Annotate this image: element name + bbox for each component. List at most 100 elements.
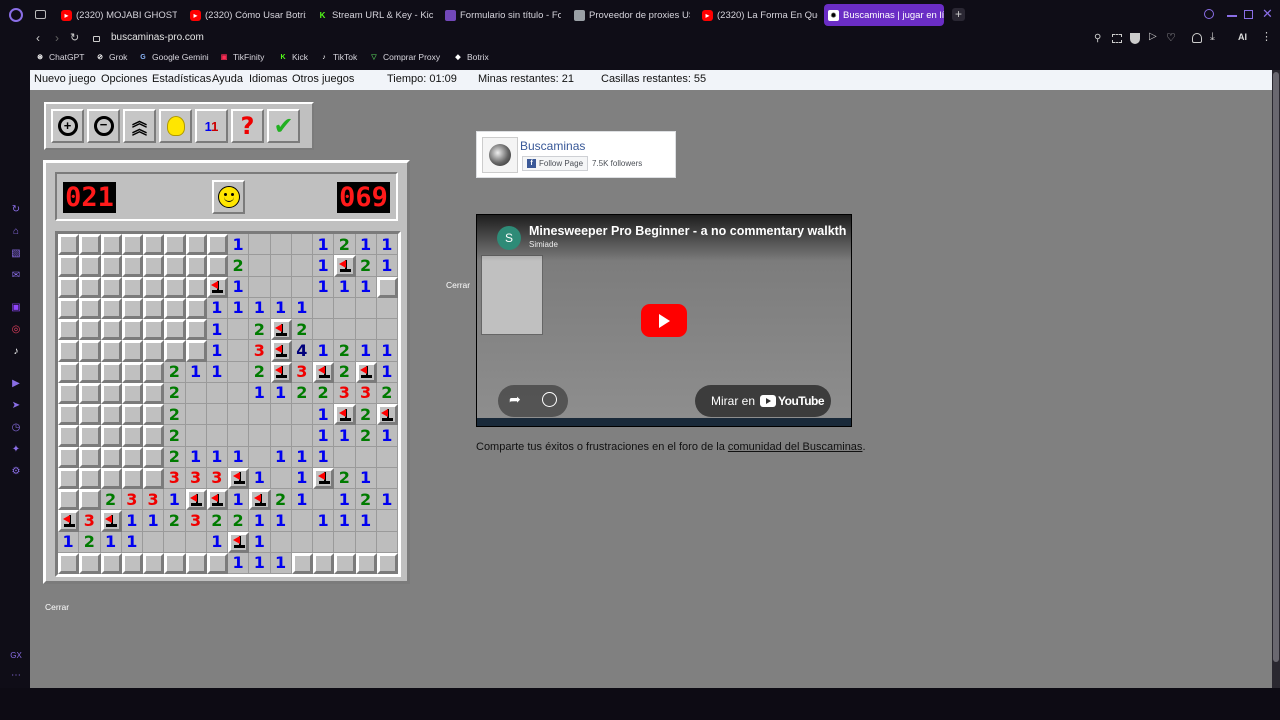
cell-number[interactable]: 1: [206, 297, 228, 319]
cell-number[interactable]: 1: [291, 489, 313, 511]
check-button[interactable]: ✔: [267, 109, 300, 143]
cell-flagged[interactable]: [249, 489, 271, 511]
cell-number[interactable]: 2: [249, 361, 271, 383]
cell-number[interactable]: 1: [291, 446, 313, 468]
cell-hidden[interactable]: [58, 382, 80, 404]
send-icon[interactable]: ➤: [10, 400, 22, 412]
cell-empty[interactable]: [334, 297, 356, 319]
cell-number[interactable]: 1: [313, 255, 335, 277]
cell-hidden[interactable]: [100, 361, 122, 383]
cell-hidden[interactable]: [58, 489, 80, 511]
workspaces-icon[interactable]: [35, 10, 46, 19]
cell-empty[interactable]: [206, 404, 228, 426]
cell-number[interactable]: 1: [355, 340, 377, 362]
tab-2[interactable]: K Stream URL & Key - Kick D: [313, 4, 433, 26]
cell-hidden[interactable]: [334, 552, 356, 574]
cell-number[interactable]: 1: [291, 297, 313, 319]
tab-0[interactable]: ▸ (2320) MOJABI GHOST - Y: [57, 4, 177, 26]
tiktok-sidebar-icon[interactable]: ♪: [10, 346, 22, 358]
cell-empty[interactable]: [185, 382, 207, 404]
cell-flagged[interactable]: [313, 467, 335, 489]
cell-empty[interactable]: [228, 404, 250, 426]
cell-flagged[interactable]: [270, 340, 292, 362]
cell-number[interactable]: 1: [249, 552, 271, 574]
search-tabs-icon[interactable]: [1204, 9, 1214, 19]
cell-number[interactable]: 3: [355, 382, 377, 404]
cell-hidden[interactable]: [164, 552, 186, 574]
cell-number[interactable]: 1: [249, 510, 271, 532]
back-icon[interactable]: ‹: [36, 31, 40, 45]
cell-empty[interactable]: [228, 319, 250, 341]
youtube-embed[interactable]: S Minesweeper Pro Beginner - a no commen…: [476, 214, 852, 427]
cell-hidden[interactable]: [100, 552, 122, 574]
cell-hidden[interactable]: [100, 382, 122, 404]
cell-hidden[interactable]: [79, 425, 101, 447]
cell-hidden[interactable]: [121, 552, 143, 574]
cell-hidden[interactable]: [143, 340, 165, 362]
bookmark-0[interactable]: ⊛ ChatGPT: [35, 52, 84, 62]
cell-empty[interactable]: [249, 425, 271, 447]
cell-empty[interactable]: [376, 531, 398, 553]
cell-number[interactable]: 1: [206, 340, 228, 362]
cell-empty[interactable]: [249, 404, 271, 426]
cell-number[interactable]: 1: [206, 446, 228, 468]
cell-number[interactable]: 1: [121, 531, 143, 553]
cell-hidden[interactable]: [100, 467, 122, 489]
cell-number[interactable]: 2: [291, 382, 313, 404]
cell-hidden[interactable]: [58, 467, 80, 489]
cell-number[interactable]: 1: [376, 234, 398, 256]
cell-hidden[interactable]: [185, 297, 207, 319]
cell-number[interactable]: 1: [206, 361, 228, 383]
cell-number[interactable]: 2: [355, 489, 377, 511]
cell-empty[interactable]: [270, 467, 292, 489]
cell-hidden[interactable]: [79, 297, 101, 319]
messenger-icon[interactable]: ✉: [10, 270, 22, 282]
cell-number[interactable]: 2: [79, 531, 101, 553]
close-window-icon[interactable]: ✕: [1262, 6, 1273, 22]
cell-number[interactable]: 2: [164, 361, 186, 383]
cell-empty[interactable]: [270, 531, 292, 553]
cell-hidden[interactable]: [143, 446, 165, 468]
cell-hidden[interactable]: [143, 319, 165, 341]
profile-icon[interactable]: [1192, 33, 1202, 43]
cell-number[interactable]: 1: [313, 340, 335, 362]
menu-options[interactable]: Opciones: [101, 73, 147, 85]
cell-number[interactable]: 2: [164, 510, 186, 532]
cell-number[interactable]: 1: [228, 489, 250, 511]
cell-number[interactable]: 3: [164, 467, 186, 489]
menu-other-games[interactable]: Otros juegos: [292, 73, 354, 85]
bookmark-icon[interactable]: ⚲: [1094, 33, 1101, 44]
cell-flagged[interactable]: [206, 489, 228, 511]
cell-empty[interactable]: [291, 425, 313, 447]
cell-hidden[interactable]: [121, 425, 143, 447]
menu-dots-icon[interactable]: ⋮: [1261, 30, 1272, 43]
cell-empty[interactable]: [334, 319, 356, 341]
new-tab-button[interactable]: +: [952, 8, 965, 21]
cell-empty[interactable]: [291, 255, 313, 277]
cell-hidden[interactable]: [143, 425, 165, 447]
cell-number[interactable]: 3: [185, 467, 207, 489]
cell-empty[interactable]: [228, 361, 250, 383]
cell-hidden[interactable]: [100, 234, 122, 256]
scrollbar-thumb[interactable]: [1273, 72, 1279, 662]
follow-page-button[interactable]: f Follow Page: [522, 156, 589, 171]
cell-hidden[interactable]: [79, 276, 101, 298]
cell-hidden[interactable]: [79, 382, 101, 404]
cell-empty[interactable]: [270, 234, 292, 256]
cell-hidden[interactable]: [100, 425, 122, 447]
cell-hidden[interactable]: [79, 361, 101, 383]
cell-flagged[interactable]: [185, 489, 207, 511]
cell-hidden[interactable]: [100, 276, 122, 298]
cell-number[interactable]: 1: [355, 276, 377, 298]
cell-number[interactable]: 2: [164, 446, 186, 468]
cell-hidden[interactable]: [164, 276, 186, 298]
shield-icon[interactable]: [1130, 33, 1140, 44]
cell-empty[interactable]: [376, 467, 398, 489]
help-button[interactable]: ?: [231, 109, 264, 143]
cell-number[interactable]: 1: [121, 510, 143, 532]
tab-6[interactable]: ✹ Buscaminas | jugar en línea: [824, 4, 944, 26]
cell-hidden[interactable]: [185, 319, 207, 341]
cell-hidden[interactable]: [121, 255, 143, 277]
cell-empty[interactable]: [376, 297, 398, 319]
bookmark-6[interactable]: ▽ Comprar Proxy: [369, 52, 440, 62]
